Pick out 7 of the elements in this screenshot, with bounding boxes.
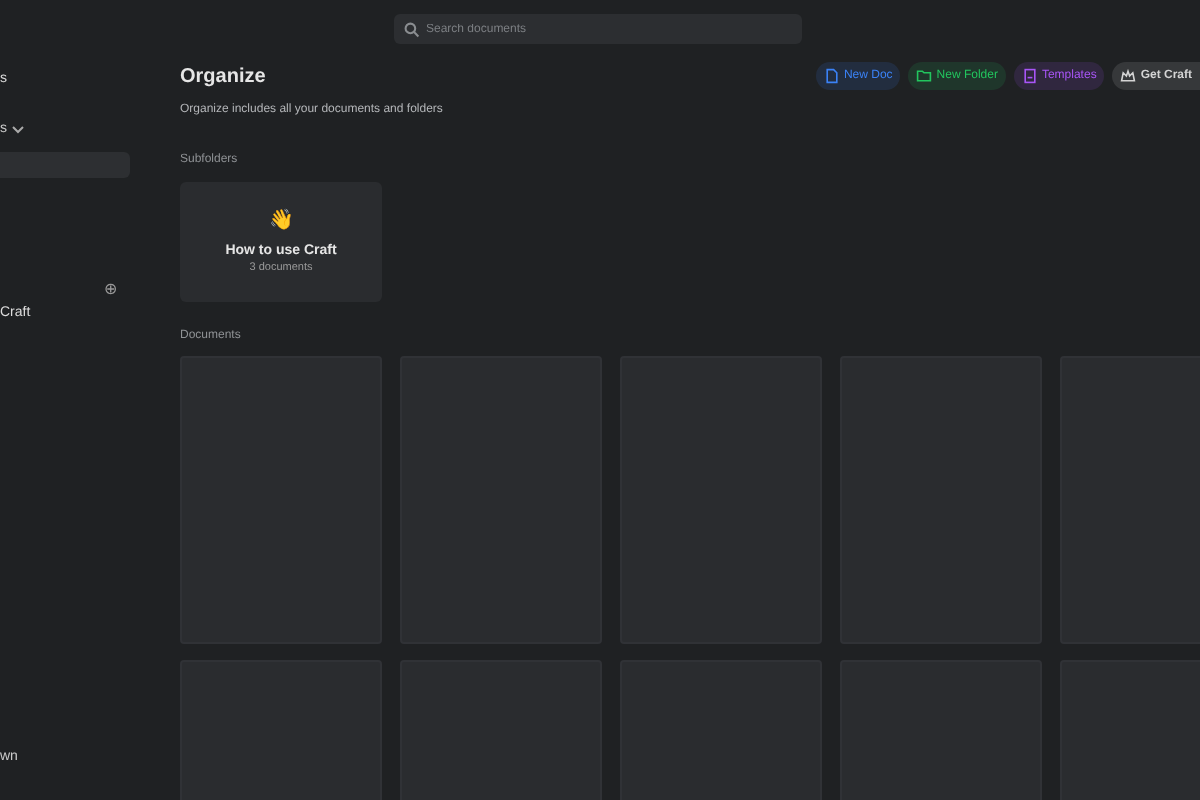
folder-icon	[916, 68, 933, 84]
page-title: Organize	[180, 65, 266, 87]
crown-icon	[1120, 68, 1137, 84]
template-icon	[1021, 68, 1038, 84]
waving-hand-icon: 👋	[269, 210, 293, 234]
document-icon	[823, 68, 840, 84]
add-icon[interactable]: ⊕	[104, 280, 118, 298]
